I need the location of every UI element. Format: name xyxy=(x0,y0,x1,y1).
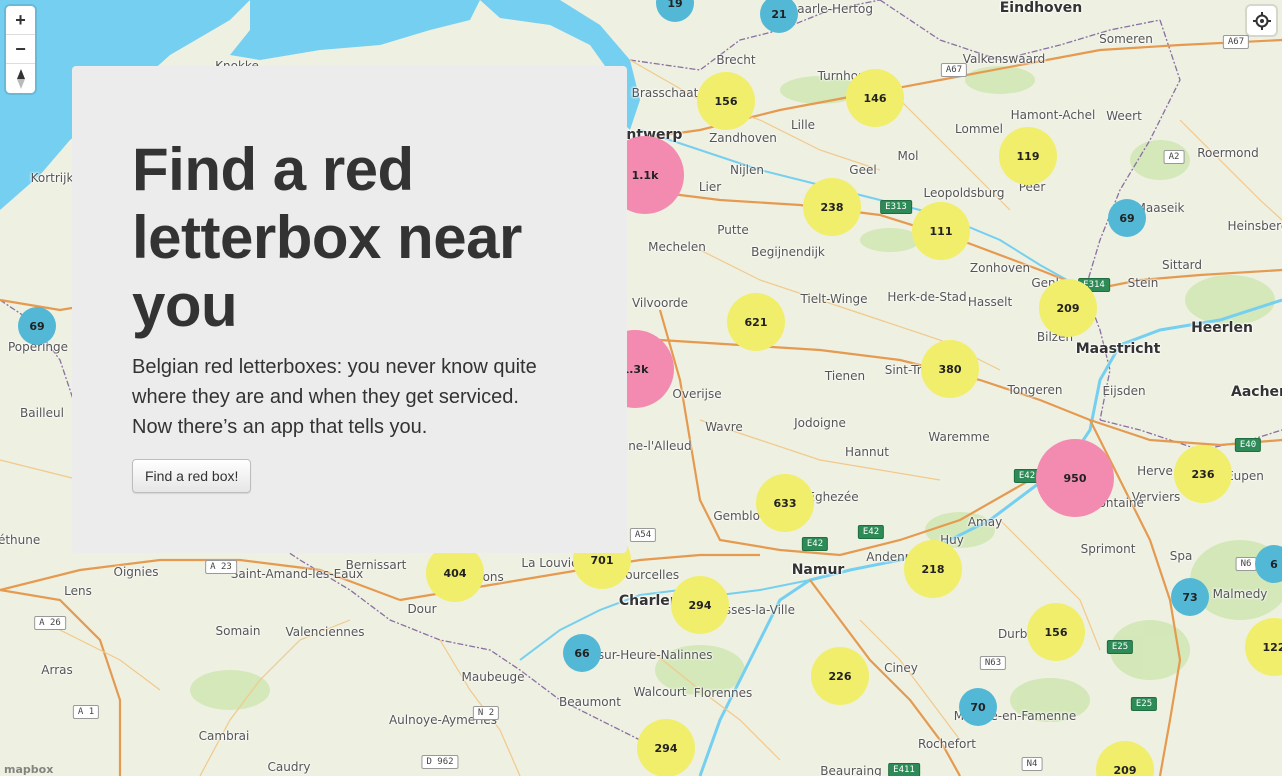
cluster-marker[interactable]: 209 xyxy=(1039,279,1097,337)
cluster-marker[interactable]: 69 xyxy=(1108,199,1146,237)
minus-icon: − xyxy=(15,38,26,59)
cluster-marker[interactable]: 66 xyxy=(563,634,601,672)
cluster-marker[interactable]: 226 xyxy=(811,647,869,705)
cluster-marker[interactable]: 146 xyxy=(846,69,904,127)
road-shield: E25 xyxy=(1106,640,1134,654)
road-shield: A 1 xyxy=(72,705,100,719)
find-red-box-button[interactable]: Find a red box! xyxy=(132,459,252,493)
cluster-marker[interactable]: 294 xyxy=(637,719,695,776)
road-shield: N63 xyxy=(979,656,1007,670)
cluster-marker[interactable]: 380 xyxy=(921,340,979,398)
road-shield: E42 xyxy=(857,525,885,539)
cluster-marker[interactable]: 70 xyxy=(959,688,997,726)
crosshair-icon xyxy=(1252,11,1271,30)
road-shield: A67 xyxy=(940,63,968,77)
cluster-marker[interactable]: 218 xyxy=(904,540,962,598)
cluster-marker[interactable]: 950 xyxy=(1036,439,1114,517)
cluster-marker[interactable]: 236 xyxy=(1174,445,1232,503)
cluster-marker[interactable]: 156 xyxy=(697,72,755,130)
cluster-marker[interactable]: 69 xyxy=(18,307,56,345)
cluster-marker[interactable]: 238 xyxy=(803,178,861,236)
road-shield: D 962 xyxy=(421,755,459,769)
zoom-controls: + − xyxy=(6,6,35,93)
estuary xyxy=(230,0,480,60)
road-shield: E313 xyxy=(880,200,912,214)
road-shield: A 23 xyxy=(205,560,237,574)
geolocate-button[interactable] xyxy=(1247,6,1276,35)
zoom-in-button[interactable]: + xyxy=(6,6,35,35)
compass-icon xyxy=(16,68,25,89)
road-shield: A2 xyxy=(1163,150,1185,164)
cluster-marker[interactable]: 156 xyxy=(1027,603,1085,661)
cluster-marker[interactable]: 621 xyxy=(727,293,785,351)
road-shield: E25 xyxy=(1130,697,1158,711)
road-shield: N 2 xyxy=(472,706,500,720)
road-shield: A54 xyxy=(629,528,657,542)
road-shield: A 26 xyxy=(34,616,66,630)
road-shield: N6 xyxy=(1235,557,1257,571)
panel-title: Find a red letterbox near you xyxy=(132,136,522,339)
panel-description: Belgian red letterboxes: you never know … xyxy=(132,356,537,438)
map[interactable]: Eindhoven Baarle-Hertog Someren Brecht Valke… xyxy=(0,0,1282,776)
road-shield: E40 xyxy=(1234,438,1262,452)
cluster-marker[interactable]: 633 xyxy=(756,474,814,532)
plus-icon: + xyxy=(15,9,26,30)
intro-panel: Find a red letterbox near you Belgian re… xyxy=(72,66,627,553)
zoom-out-button[interactable]: − xyxy=(6,35,35,64)
cluster-marker[interactable]: 294 xyxy=(671,576,729,634)
mapbox-logo[interactable]: mapbox xyxy=(4,763,53,776)
road-shield: A67 xyxy=(1222,35,1250,49)
road-shield: N4 xyxy=(1021,757,1043,771)
compass-button[interactable] xyxy=(6,64,35,93)
cluster-marker[interactable]: 73 xyxy=(1171,578,1209,616)
cluster-marker[interactable]: 119 xyxy=(999,127,1057,185)
road-shield: E411 xyxy=(888,763,920,776)
road-shield: E42 xyxy=(801,537,829,551)
cluster-marker[interactable]: 111 xyxy=(912,202,970,260)
